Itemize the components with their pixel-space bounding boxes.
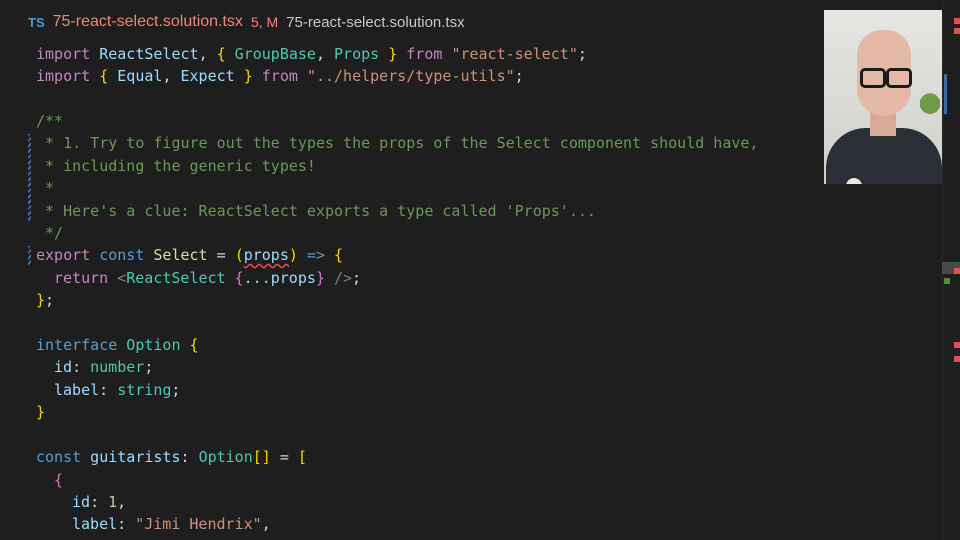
props-error-squiggle: props <box>243 246 289 264</box>
comment-line: * 1. Try to figure out the types the pro… <box>36 134 759 152</box>
error-marker <box>954 18 960 24</box>
change-marker <box>944 278 950 284</box>
comment-line: /** <box>36 112 64 130</box>
code-line: id: number; <box>54 358 154 376</box>
code-line: export const Select = (props) => { <box>36 246 344 264</box>
code-line: const guitarists: Option[] = [ <box>36 448 307 466</box>
code-line: import ReactSelect, { GroupBase, Props }… <box>36 45 587 63</box>
git-change-marker[interactable] <box>28 134 31 222</box>
error-marker <box>954 268 960 274</box>
code-editor[interactable]: import ReactSelect, { GroupBase, Props }… <box>0 44 942 540</box>
code-line: return <ReactSelect {...props} />; <box>54 269 362 287</box>
code-line: label: "Jimi Hendrix", <box>72 515 271 533</box>
tab-status-badge: 5, M <box>250 14 279 30</box>
code-line: }; <box>36 291 55 309</box>
plant-image <box>920 90 940 124</box>
error-marker <box>954 356 960 362</box>
error-marker <box>954 342 960 348</box>
glasses-icon <box>860 68 886 88</box>
glasses-icon <box>886 68 912 88</box>
comment-line: * <box>36 179 55 197</box>
presenter-shirt <box>826 128 942 184</box>
change-marker <box>944 74 947 114</box>
breadcrumb-path[interactable]: 75-react-select.solution.tsx <box>286 14 464 31</box>
code-line: interface Option { <box>36 336 199 354</box>
editor-tab-bar: TS 75-react-select.solution.tsx 5, M 75-… <box>0 0 960 44</box>
code-line: } <box>36 403 46 421</box>
code-line: label: string; <box>54 381 181 399</box>
code-line: id: 1, <box>72 493 127 511</box>
webcam-overlay <box>824 10 942 184</box>
git-change-marker[interactable] <box>28 246 31 266</box>
comment-line: * including the generic types! <box>36 157 316 175</box>
error-marker <box>954 28 960 34</box>
code-line: { <box>54 471 64 489</box>
typescript-file-icon: TS <box>28 14 45 30</box>
glasses-bridge <box>883 73 889 76</box>
comment-line: * Here's a clue: ReactSelect exports a t… <box>36 202 596 220</box>
tab-filename[interactable]: 75-react-select.solution.tsx <box>53 13 243 31</box>
comment-line: */ <box>36 224 64 242</box>
code-line: import { Equal, Expect } from "../helper… <box>36 67 524 85</box>
